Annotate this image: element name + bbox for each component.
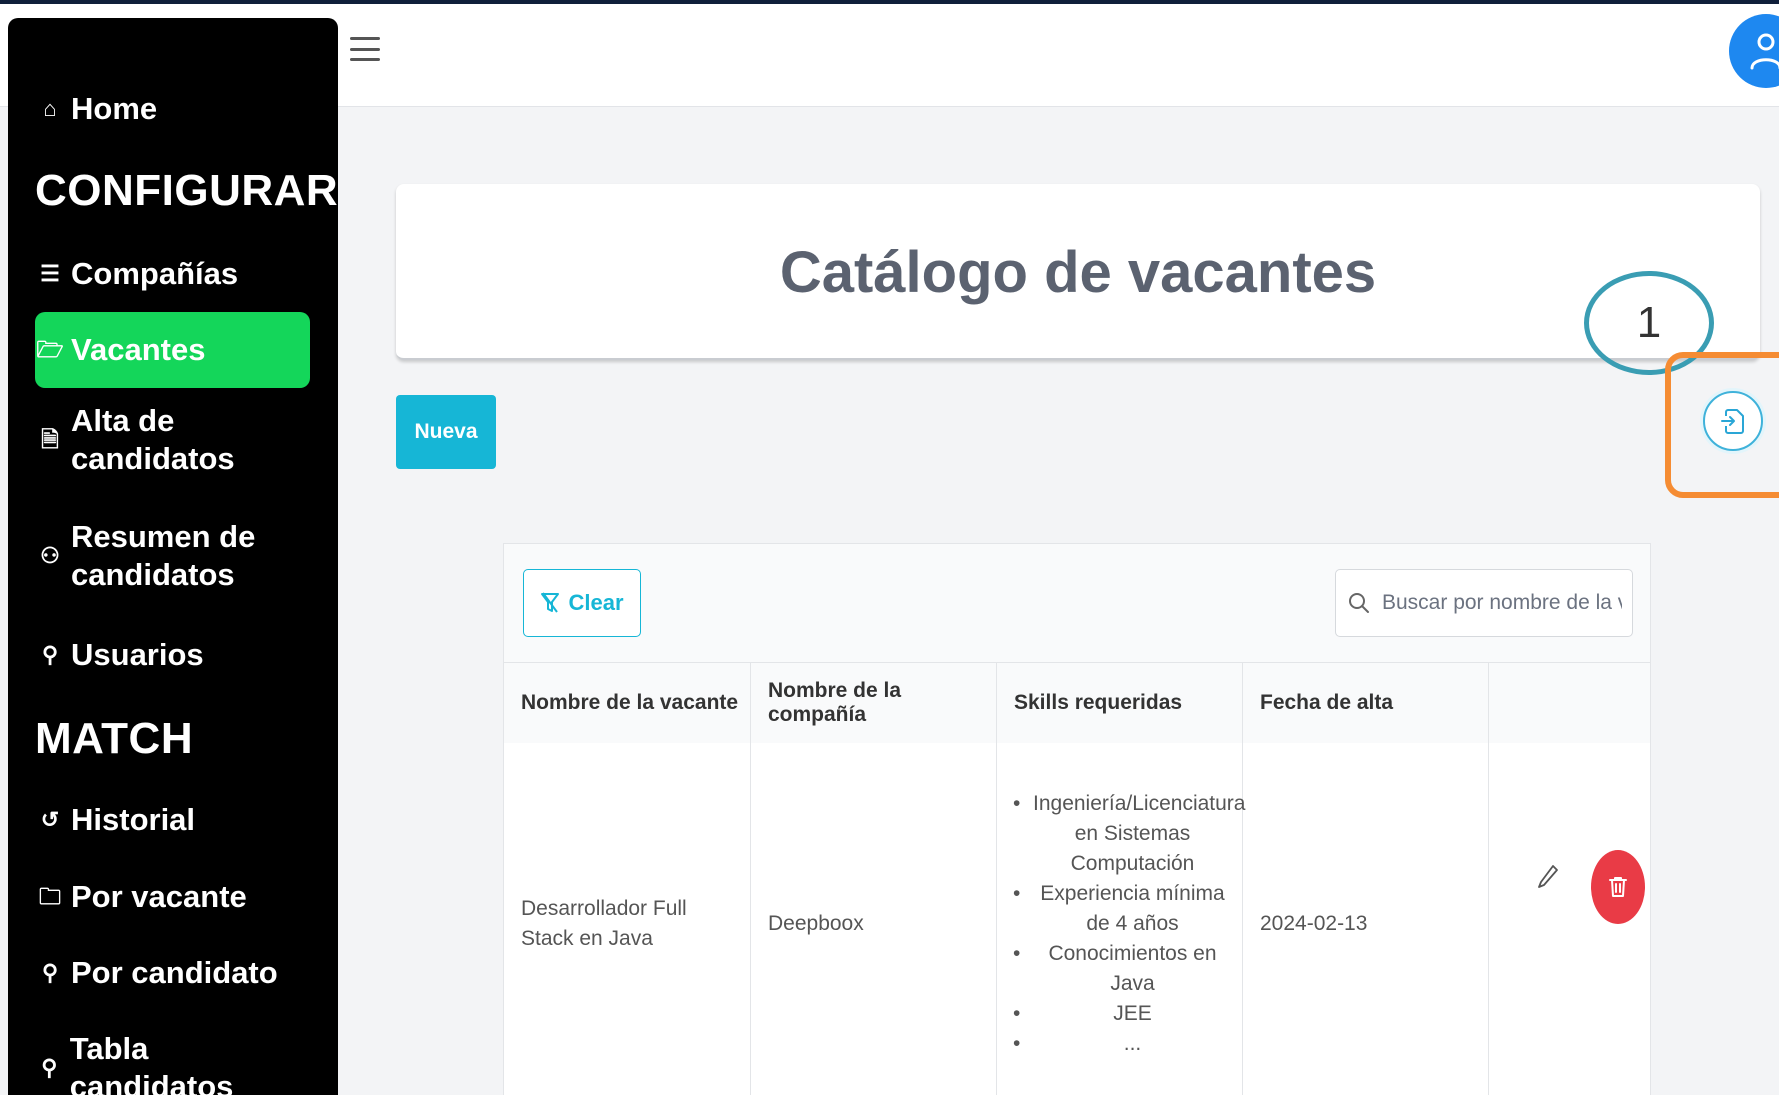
home-icon: ⌂ xyxy=(43,96,57,121)
app-window: ⌂ Home CONFIGURAR ☰ Compañías 🗁 Vacantes… xyxy=(0,4,1779,1095)
sidebar-item-companias[interactable]: ☰ Compañías xyxy=(35,255,310,293)
cell-fecha: 2024-02-13 xyxy=(1243,743,1489,1095)
sidebar-item-label: Historial xyxy=(71,802,196,837)
column-header[interactable]: Nombre de la vacante xyxy=(504,663,751,743)
sidebar-item-label: candidatos xyxy=(71,441,235,476)
users-icon: ⚇ xyxy=(40,543,60,568)
annotation-number: 1 xyxy=(1636,298,1662,347)
sidebar-item-historial[interactable]: ↺ Historial xyxy=(35,801,310,839)
page-title: Catálogo de vacantes xyxy=(779,240,1377,305)
sidebar-item-label: Por vacante xyxy=(71,879,247,914)
skill-item: JEE xyxy=(1013,999,1232,1029)
list-icon: ☰ xyxy=(40,261,60,286)
sidebar-item-alta-candidatos[interactable]: 🗎 Alta de candidatos xyxy=(35,402,310,478)
sidebar-item-por-vacante[interactable]: 🗀 Por vacante xyxy=(35,878,310,916)
clear-filters-button[interactable]: Clear xyxy=(523,569,641,637)
trash-icon xyxy=(1609,877,1627,897)
sidebar-item-label: Resumen de xyxy=(71,519,256,554)
search-icon xyxy=(1349,593,1369,613)
filter-clear-icon xyxy=(541,592,560,613)
sidebar-item-label: Alta de xyxy=(71,403,175,438)
sidebar-item-tabla-candidatos[interactable]: ⚲ Tabla candidatos xyxy=(35,1030,310,1095)
sidebar-item-label: Vacantes xyxy=(71,332,206,367)
sidebar-item-home[interactable]: ⌂ Home xyxy=(35,90,310,128)
user-icon: ⚲ xyxy=(41,642,59,667)
cell-skills: Ingeniería/Licenciatura en Sistemas Comp… xyxy=(997,743,1245,1095)
user-icon: ⚲ xyxy=(41,1055,58,1080)
pencil-icon xyxy=(1538,865,1558,888)
new-vacancy-button[interactable]: Nueva xyxy=(396,395,496,469)
sidebar-item-label-group: Alta de candidatos xyxy=(71,402,235,478)
sidebar-item-label: candidatos xyxy=(71,557,235,592)
user-avatar[interactable] xyxy=(1729,14,1779,88)
cell-vacante-text: Desarrollador Full Stack en Java xyxy=(521,896,687,950)
skill-item: ... xyxy=(1013,1029,1232,1059)
search-input[interactable] xyxy=(1380,590,1624,616)
sidebar-item-label: Usuarios xyxy=(71,637,204,672)
file-import-icon xyxy=(1721,409,1744,434)
sidebar-item-usuarios[interactable]: ⚲ Usuarios xyxy=(35,636,310,674)
folder-icon: 🗁 xyxy=(36,337,64,362)
section-title-configurar: CONFIGURAR xyxy=(35,166,339,215)
section-title-match: MATCH xyxy=(35,714,194,763)
sidebar-item-por-candidato[interactable]: ⚲ Por candidato xyxy=(35,954,310,992)
menu-icon[interactable] xyxy=(350,34,380,64)
sidebar-item-label: Por candidato xyxy=(71,955,278,990)
cell-vacante: Desarrollador Full Stack en Java xyxy=(504,743,751,1095)
file-edit-icon: 🗎 xyxy=(41,427,59,452)
sidebar-item-label: Tabla candidatos xyxy=(69,1031,234,1095)
column-header[interactable]: Fecha de alta xyxy=(1243,663,1489,743)
sidebar-item-label: Home xyxy=(71,91,158,126)
column-header[interactable]: Skills requeridas xyxy=(997,663,1243,743)
briefcase-icon: 🗀 xyxy=(38,884,61,909)
search-box xyxy=(1335,569,1633,637)
column-header[interactable]: Nombre de la compañía xyxy=(751,663,997,743)
edit-button[interactable] xyxy=(1536,863,1560,896)
cell-compania: Deepboox xyxy=(751,743,997,1095)
clear-filters-label: Clear xyxy=(568,590,624,615)
skill-item: Ingeniería/Licenciatura en Sistemas Comp… xyxy=(1013,789,1245,879)
sidebar-item-vacantes[interactable]: 🗁 Vacantes xyxy=(35,312,310,388)
skill-item: Conocimientos en Java xyxy=(1013,939,1232,999)
sidebar: ⌂ Home CONFIGURAR ☰ Compañías 🗁 Vacantes… xyxy=(8,18,338,1095)
sidebar-item-resumen-candidatos[interactable]: ⚇ Resumen de candidatos xyxy=(35,518,310,594)
sidebar-item-label: Compañías xyxy=(71,256,239,291)
table-row: Desarrollador Full Stack en Java Deepboo… xyxy=(504,743,1650,1095)
vacancies-table-panel: Clear Nombre de la vacante Nombre de la … xyxy=(503,543,1651,1095)
sidebar-item-label-group: Resumen de candidatos xyxy=(71,518,255,594)
page-title-card: Catálogo de vacantes xyxy=(396,184,1760,360)
user-icon: ⚲ xyxy=(41,960,59,985)
import-file-button[interactable] xyxy=(1703,391,1763,451)
user-icon xyxy=(1750,33,1779,70)
history-icon: ↺ xyxy=(40,807,60,832)
skill-item: Experiencia mínima de 4 años xyxy=(1013,879,1232,939)
table-header: Nombre de la vacante Nombre de la compañ… xyxy=(504,662,1650,744)
delete-button[interactable] xyxy=(1591,850,1645,924)
column-header-actions xyxy=(1489,663,1650,743)
skills-list: Ingeniería/Licenciatura en Sistemas Comp… xyxy=(1013,789,1245,1059)
